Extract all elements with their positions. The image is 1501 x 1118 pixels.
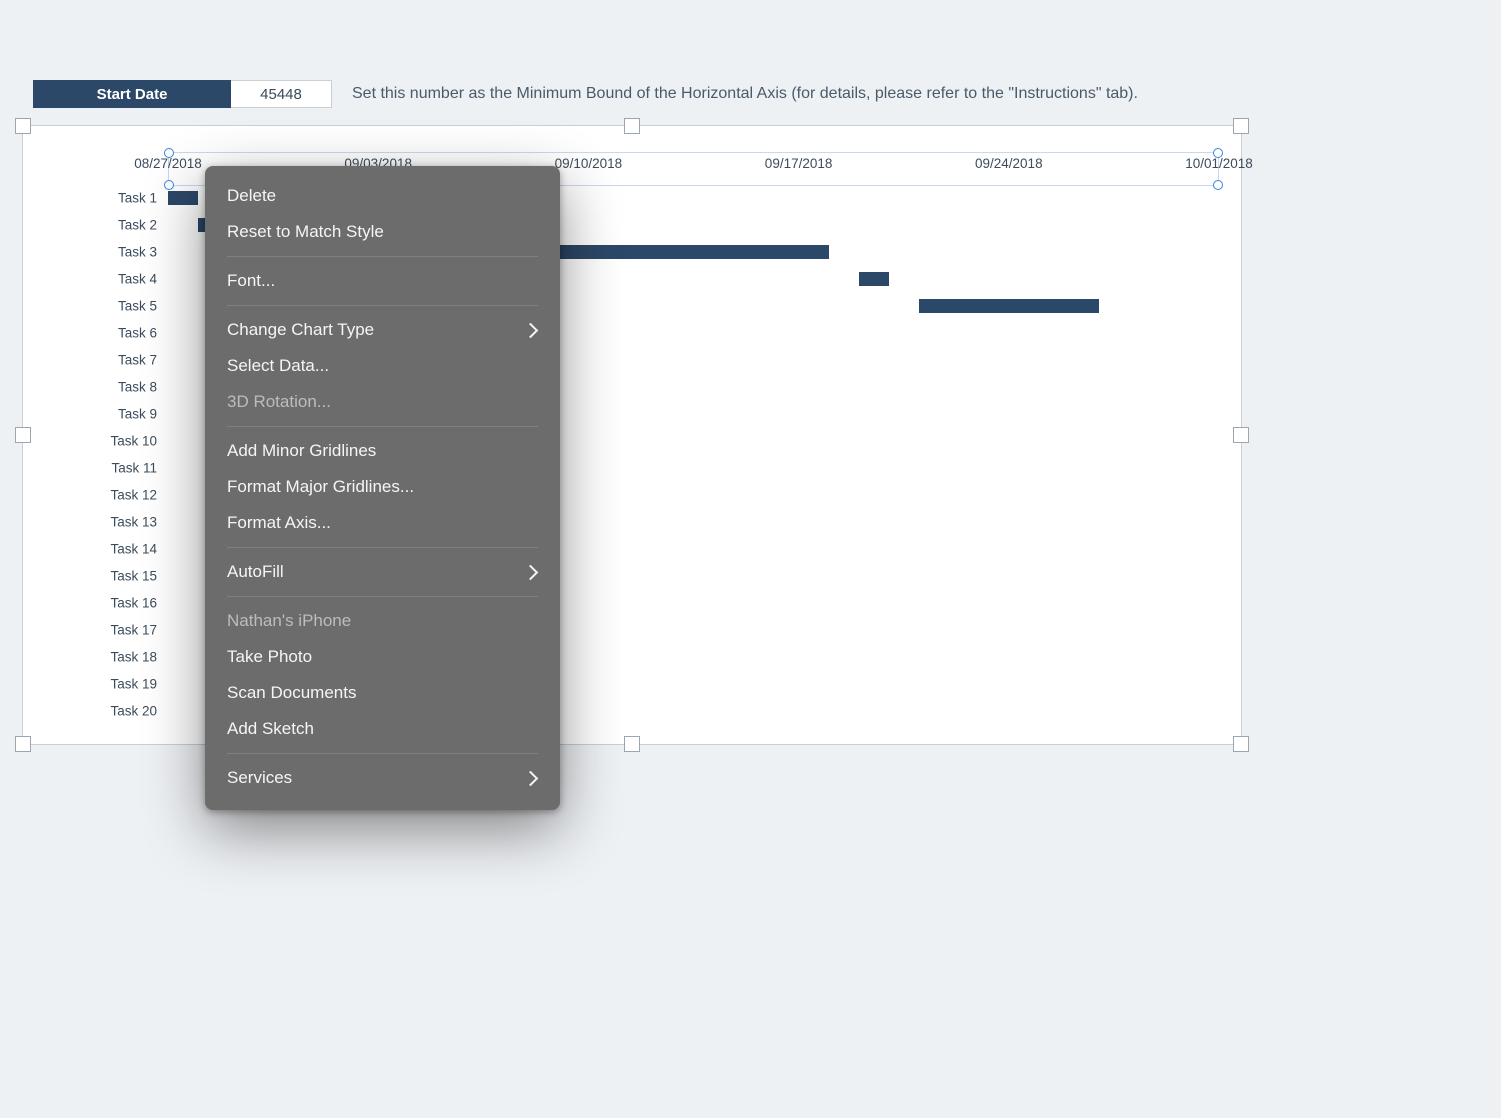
y-category-label: Task 5 bbox=[118, 298, 157, 313]
resize-handle-bottom-right[interactable] bbox=[1233, 736, 1249, 752]
context-menu-item[interactable]: Reset to Match Style bbox=[205, 214, 560, 250]
chevron-right-icon bbox=[523, 564, 539, 580]
resize-handle-top-right[interactable] bbox=[1233, 118, 1249, 134]
y-category-label: Task 11 bbox=[111, 460, 157, 475]
gantt-bar[interactable] bbox=[558, 245, 828, 259]
x-tick-label: 09/17/2018 bbox=[765, 156, 833, 171]
menu-separator bbox=[227, 256, 538, 257]
y-category-label: Task 6 bbox=[118, 325, 157, 340]
context-menu-item[interactable]: Select Data... bbox=[205, 348, 560, 384]
y-category-label: Task 19 bbox=[110, 676, 157, 691]
x-tick-label: 08/27/2018 bbox=[134, 156, 202, 171]
header-strip: Start Date 45448 Set this number as the … bbox=[33, 80, 1138, 108]
y-category-label: Task 8 bbox=[118, 379, 157, 394]
x-tick-label: 10/01/2018 bbox=[1185, 156, 1253, 171]
y-category-label: Task 15 bbox=[110, 568, 157, 583]
start-date-label: Start Date bbox=[33, 80, 231, 108]
x-tick-label: 09/24/2018 bbox=[975, 156, 1043, 171]
y-category-label: Task 12 bbox=[110, 487, 157, 502]
menu-separator bbox=[227, 426, 538, 427]
y-category-label: Task 10 bbox=[110, 433, 157, 448]
gantt-bar[interactable] bbox=[168, 191, 198, 205]
context-menu-item-label: Nathan's iPhone bbox=[227, 611, 351, 631]
context-menu[interactable]: Delete Reset to Match Style Font... Change … bbox=[205, 166, 560, 810]
context-menu-item-label: Add Minor Gridlines bbox=[227, 441, 376, 461]
y-category-label: Task 7 bbox=[118, 352, 157, 367]
y-category-label: Task 17 bbox=[110, 622, 157, 637]
context-menu-item[interactable]: Scan Documents bbox=[205, 675, 560, 711]
resize-handle-top-middle[interactable] bbox=[624, 118, 640, 134]
context-menu-item-label: 3D Rotation... bbox=[227, 392, 331, 412]
context-menu-item[interactable]: Services bbox=[205, 760, 560, 796]
context-menu-item-label: Services bbox=[227, 768, 292, 788]
context-menu-item-label: Add Sketch bbox=[227, 719, 314, 739]
y-category-label: Task 9 bbox=[118, 406, 157, 421]
menu-separator bbox=[227, 596, 538, 597]
menu-separator bbox=[227, 547, 538, 548]
context-menu-item[interactable]: Take Photo bbox=[205, 639, 560, 675]
chevron-right-icon bbox=[523, 770, 539, 786]
context-menu-item[interactable]: Add Sketch bbox=[205, 711, 560, 747]
menu-separator bbox=[227, 305, 538, 306]
context-menu-item-label: AutoFill bbox=[227, 562, 284, 582]
gantt-bar[interactable] bbox=[919, 299, 1099, 313]
context-menu-item[interactable]: Format Major Gridlines... bbox=[205, 469, 560, 505]
context-menu-item-label: Delete bbox=[227, 186, 276, 206]
y-category-label: Task 16 bbox=[110, 595, 157, 610]
start-date-value-cell[interactable]: 45448 bbox=[231, 80, 332, 108]
gantt-bar[interactable] bbox=[859, 272, 889, 286]
context-menu-item[interactable]: Add Minor Gridlines bbox=[205, 433, 560, 469]
chevron-right-icon bbox=[523, 322, 539, 338]
context-menu-item[interactable]: AutoFill bbox=[205, 554, 560, 590]
resize-handle-bottom-middle[interactable] bbox=[624, 736, 640, 752]
y-category-label: Task 3 bbox=[118, 244, 157, 259]
menu-separator bbox=[227, 753, 538, 754]
context-menu-item-label: Font... bbox=[227, 271, 275, 291]
context-menu-item-label: Format Axis... bbox=[227, 513, 331, 533]
resize-handle-bottom-left[interactable] bbox=[15, 736, 31, 752]
y-category-label: Task 13 bbox=[110, 514, 157, 529]
y-category-label: Task 14 bbox=[110, 541, 157, 556]
context-menu-item[interactable]: Change Chart Type bbox=[205, 312, 560, 348]
context-menu-item-label: Scan Documents bbox=[227, 683, 356, 703]
y-category-label: Task 18 bbox=[110, 649, 157, 664]
vertical-axis-labels[interactable]: Task 1 Task 2 Task 3 Task 4 Task 5 Task 6 Task… bbox=[23, 184, 163, 724]
context-menu-item[interactable]: Font... bbox=[205, 263, 560, 299]
context-menu-item-label: Format Major Gridlines... bbox=[227, 477, 414, 497]
resize-handle-middle-right[interactable] bbox=[1233, 427, 1249, 443]
context-menu-item-label: Select Data... bbox=[227, 356, 329, 376]
y-category-label: Task 4 bbox=[118, 271, 157, 286]
context-menu-item-label: Take Photo bbox=[227, 647, 312, 667]
resize-handle-top-left[interactable] bbox=[15, 118, 31, 134]
context-menu-item-label: Reset to Match Style bbox=[227, 222, 384, 242]
y-category-label: Task 2 bbox=[118, 217, 157, 232]
context-menu-item[interactable]: Format Axis... bbox=[205, 505, 560, 541]
app-canvas: Start Date 45448 Set this number as the … bbox=[0, 0, 1501, 1118]
context-menu-item[interactable]: Delete bbox=[205, 178, 560, 214]
axis-hint-text: Set this number as the Minimum Bound of … bbox=[352, 80, 1138, 108]
context-menu-item: Nathan's iPhone bbox=[205, 603, 560, 639]
x-tick-label: 09/10/2018 bbox=[555, 156, 623, 171]
y-category-label: Task 1 bbox=[118, 190, 157, 205]
y-category-label: Task 20 bbox=[110, 703, 157, 718]
context-menu-item-label: Change Chart Type bbox=[227, 320, 374, 340]
context-menu-item: 3D Rotation... bbox=[205, 384, 560, 420]
